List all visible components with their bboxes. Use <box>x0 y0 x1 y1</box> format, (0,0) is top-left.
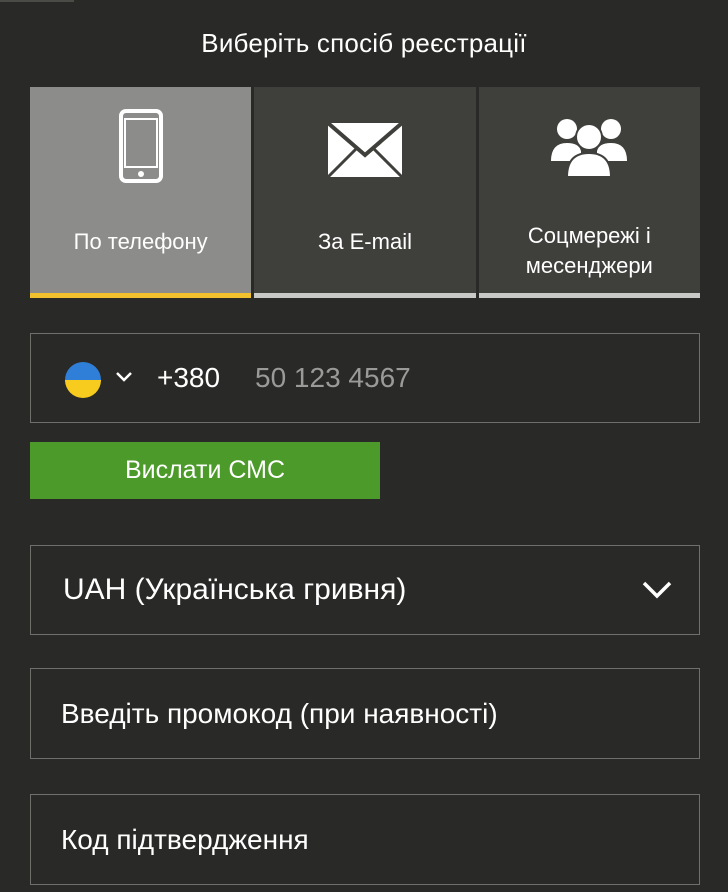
tab-social-messengers[interactable]: Соцмережі і месенджери <box>478 87 700 298</box>
chevron-down-icon[interactable] <box>115 370 133 388</box>
envelope-icon <box>254 109 475 189</box>
registration-method-tabs: По телефону За E-mail Соцмережі і месенд… <box>30 87 700 298</box>
chevron-down-icon[interactable] <box>641 580 673 605</box>
currency-select[interactable]: UAH (Українська гривня) <box>30 545 700 635</box>
tab-social-messengers-label: Соцмережі і месенджери <box>525 223 653 278</box>
phone-number-input[interactable]: 50 123 4567 <box>255 362 411 394</box>
tab-by-email-label: За E-mail <box>318 229 412 254</box>
users-group-icon <box>479 109 700 189</box>
confirmation-code-field <box>30 794 700 885</box>
send-sms-button[interactable]: Вислати СМС <box>30 442 380 499</box>
tab-by-email[interactable]: За E-mail <box>254 87 476 298</box>
smartphone-icon <box>30 109 251 189</box>
currency-selected-value: UAH (Українська гривня) <box>63 573 407 606</box>
tab-by-phone[interactable]: По телефону <box>30 87 252 298</box>
promo-code-field <box>30 668 700 759</box>
ukraine-flag-icon[interactable] <box>65 362 101 398</box>
page-title: Виберіть спосіб реєстрації <box>201 28 527 58</box>
phone-field[interactable]: +380 50 123 4567 <box>30 333 700 423</box>
promo-code-input[interactable] <box>31 669 699 758</box>
top-divider <box>0 0 74 2</box>
confirmation-code-input[interactable] <box>31 795 699 884</box>
country-code: +380 <box>157 362 221 393</box>
tab-by-phone-label: По телефону <box>73 229 208 254</box>
